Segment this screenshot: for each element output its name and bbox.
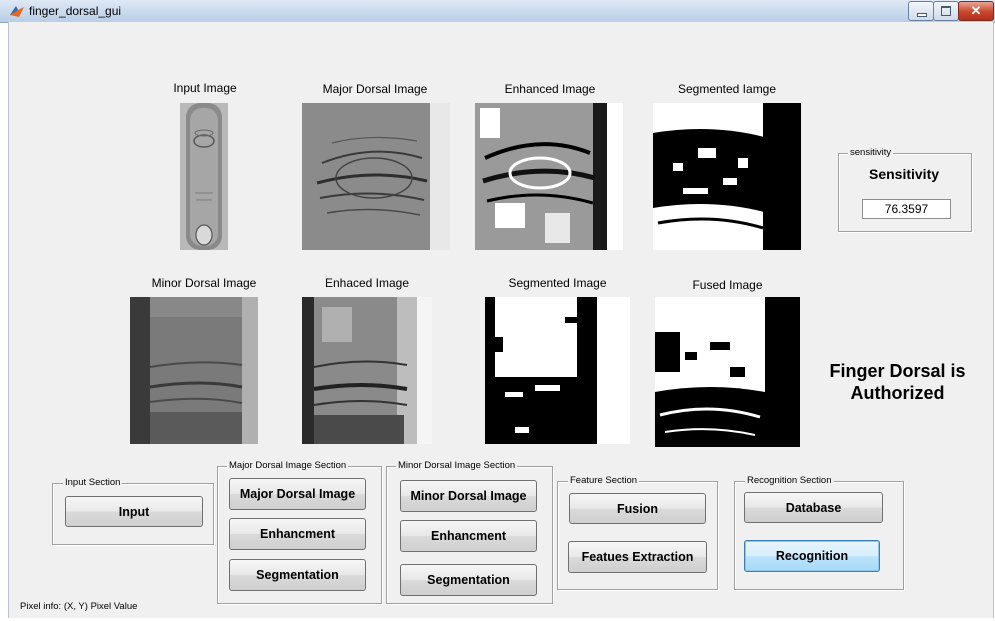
enhaced-image (302, 297, 432, 444)
result-line-1: Finger Dorsal is (829, 361, 966, 381)
authorization-result: Finger Dorsal is Authorized (805, 360, 990, 404)
minor-dorsal-section-title: Minor Dorsal Image Section (396, 460, 518, 471)
close-button[interactable]: ✕ (958, 1, 994, 21)
sensitivity-panel-title: sensitivity (848, 147, 894, 158)
enhaced-image-label: Enhaced Image (324, 276, 410, 290)
segmented-image-label: Segmented Iamge (677, 82, 777, 96)
major-dorsal-image-label: Major Dorsal Image (322, 82, 428, 96)
recognition-section-title: Recognition Section (745, 475, 834, 486)
maximize-icon (941, 6, 951, 16)
input-image (180, 103, 228, 250)
major-dorsal-image-button[interactable]: Major Dorsal Image (229, 478, 366, 510)
feature-extraction-button[interactable]: Featues Extraction (568, 541, 707, 573)
segmented-image (653, 103, 801, 250)
pixel-info-status: Pixel info: (X, Y) Pixel Value (20, 601, 138, 612)
sensitivity-panel (838, 153, 972, 232)
database-button[interactable]: Database (744, 492, 883, 523)
input-section-title: Input Section (63, 477, 123, 488)
minor-enhancement-button[interactable]: Enhancment (400, 520, 537, 552)
minimize-button[interactable] (908, 1, 934, 21)
title-bar (0, 0, 995, 23)
minor-segmentation-button[interactable]: Segmentation (400, 564, 537, 596)
recognition-button[interactable]: Recognition (744, 540, 880, 572)
window-title: finger_dorsal_gui (29, 4, 122, 18)
enhanced-image (475, 103, 623, 250)
maximize-button[interactable] (933, 1, 959, 21)
sensitivity-heading: Sensitivity (868, 166, 940, 182)
matlab-app-icon (10, 6, 24, 17)
result-line-2: Authorized (850, 383, 945, 403)
minimize-icon (917, 13, 927, 17)
minor-dorsal-image (130, 297, 278, 444)
fused-image (655, 297, 800, 447)
segmented-image-2 (485, 297, 630, 444)
enhanced-image-label: Enhanced Image (504, 82, 596, 96)
major-dorsal-section-title: Major Dorsal Image Section (227, 460, 349, 471)
close-icon: ✕ (970, 3, 982, 18)
feature-section-title: Feature Section (568, 475, 640, 486)
minor-dorsal-image-button[interactable]: Minor Dorsal Image (400, 480, 537, 512)
segmented-image-2-label: Segmented Image (508, 276, 607, 290)
sensitivity-value-field[interactable]: 76.3597 (862, 199, 951, 219)
fused-image-label: Fused Image (692, 278, 763, 292)
major-dorsal-image (302, 103, 450, 250)
input-button[interactable]: Input (65, 496, 203, 527)
fusion-button[interactable]: Fusion (569, 493, 706, 524)
minor-dorsal-image-label: Minor Dorsal Image (151, 276, 257, 290)
major-enhancement-button[interactable]: Enhancment (229, 518, 366, 550)
input-image-label: Input Image (173, 81, 237, 95)
major-segmentation-button[interactable]: Segmentation (229, 559, 366, 591)
